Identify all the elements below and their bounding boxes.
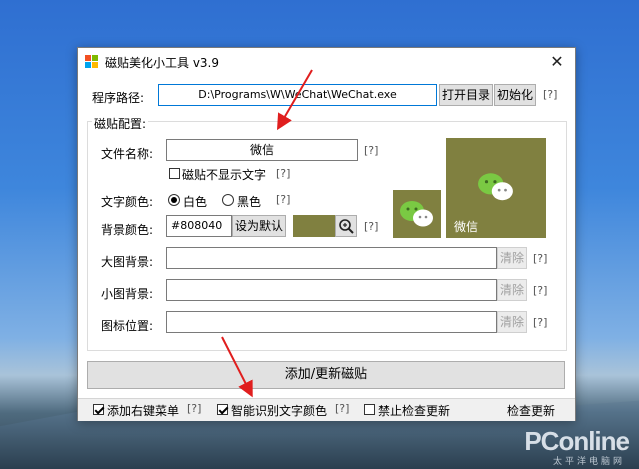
file-name-help[interactable]: [?] bbox=[364, 144, 378, 157]
context-menu-checkbox[interactable] bbox=[93, 404, 104, 415]
large-bg-label: 大图背景: bbox=[101, 255, 154, 269]
large-bg-input[interactable] bbox=[166, 247, 497, 269]
small-bg-help[interactable]: [?] bbox=[533, 284, 547, 297]
bg-color-input[interactable]: #808040 bbox=[166, 215, 232, 237]
text-color-black-label: 黑色 bbox=[237, 195, 262, 209]
bg-color-help[interactable]: [?] bbox=[364, 220, 378, 233]
hide-text-checkbox[interactable] bbox=[169, 168, 180, 179]
window-title: 磁贴美化小工具 v3.9 bbox=[105, 56, 220, 70]
close-button[interactable]: ✕ bbox=[547, 52, 567, 72]
no-update-checkbox[interactable] bbox=[364, 404, 375, 415]
text-color-white-label: 白色 bbox=[183, 195, 208, 209]
large-tile-text: 微信 bbox=[454, 220, 479, 234]
windows-logo-icon bbox=[85, 55, 99, 69]
smart-color-checkbox[interactable] bbox=[217, 404, 228, 415]
pconline-watermark: PConline bbox=[524, 426, 630, 456]
hide-text-help[interactable]: [?] bbox=[276, 167, 290, 180]
bg-color-swatch[interactable] bbox=[293, 215, 335, 237]
text-color-label: 文字颜色: bbox=[101, 195, 154, 209]
large-tile-preview: 微信 bbox=[446, 138, 546, 238]
initialize-button[interactable]: 初始化 bbox=[494, 84, 536, 106]
icon-position-label: 图标位置: bbox=[101, 319, 154, 333]
open-directory-button[interactable]: 打开目录 bbox=[439, 84, 493, 106]
no-update-label: 禁止检查更新 bbox=[378, 404, 451, 418]
wechat-icon bbox=[400, 201, 433, 227]
wechat-icon bbox=[478, 173, 513, 201]
text-color-white-radio[interactable] bbox=[168, 194, 180, 206]
file-name-label: 文件名称: bbox=[101, 147, 154, 161]
small-tile-preview bbox=[393, 190, 441, 238]
smart-color-help[interactable]: [?] bbox=[335, 402, 349, 415]
program-path-input[interactable]: D:\Programs\W\WeChat\WeChat.exe bbox=[158, 84, 437, 106]
status-bar: 添加右键菜单 [?] 智能识别文字颜色 [?] 禁止检查更新 检查更新 bbox=[78, 398, 575, 421]
icon-position-input[interactable] bbox=[166, 311, 497, 333]
text-color-help[interactable]: [?] bbox=[276, 193, 290, 206]
small-bg-input[interactable] bbox=[166, 279, 497, 301]
icon-position-help[interactable]: [?] bbox=[533, 316, 547, 329]
tile-config-label: 磁贴配置: bbox=[92, 115, 149, 132]
context-menu-label: 添加右键菜单 bbox=[107, 404, 180, 418]
text-color-black-radio[interactable] bbox=[222, 194, 234, 206]
pconline-watermark-sub: 太平洋电脑网 bbox=[552, 457, 625, 467]
title-bar[interactable]: 磁贴美化小工具 v3.9 ✕ bbox=[78, 48, 575, 76]
context-menu-help[interactable]: [?] bbox=[187, 402, 201, 415]
check-update-link[interactable]: 检查更新 bbox=[507, 402, 555, 419]
magnifier-icon bbox=[339, 219, 354, 234]
program-path-help[interactable]: [?] bbox=[543, 88, 557, 101]
icon-position-clear-button[interactable]: 清除 bbox=[497, 311, 527, 333]
color-picker-button[interactable] bbox=[335, 215, 357, 237]
large-bg-help[interactable]: [?] bbox=[533, 252, 547, 265]
program-path-label: 程序路径: bbox=[92, 91, 145, 105]
hide-text-label: 磁贴不显示文字 bbox=[182, 168, 267, 182]
small-bg-label: 小图背景: bbox=[101, 287, 154, 301]
smart-color-label: 智能识别文字颜色 bbox=[231, 404, 328, 418]
file-name-input[interactable]: 微信 bbox=[166, 139, 358, 161]
small-bg-clear-button[interactable]: 清除 bbox=[497, 279, 527, 301]
large-bg-clear-button[interactable]: 清除 bbox=[497, 247, 527, 269]
bg-color-label: 背景颜色: bbox=[101, 223, 154, 237]
set-default-button[interactable]: 设为默认 bbox=[232, 215, 286, 237]
tile-beautify-window: 磁贴美化小工具 v3.9 ✕ 程序路径: D:\Programs\W\WeCha… bbox=[77, 47, 576, 421]
add-update-tile-button[interactable]: 添加/更新磁贴 bbox=[87, 361, 565, 389]
